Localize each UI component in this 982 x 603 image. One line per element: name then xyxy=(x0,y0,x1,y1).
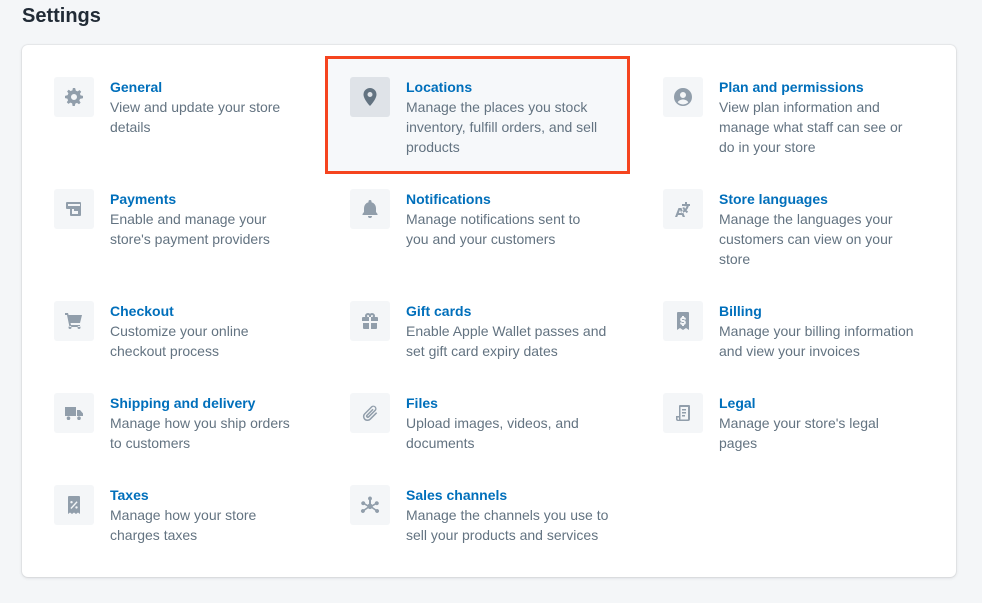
settings-item-desc: charges taxes xyxy=(110,527,198,543)
settings-item-desc: pages xyxy=(719,435,758,451)
settings-item-title: Shipping and delivery xyxy=(110,395,256,411)
settings-item-title: Locations xyxy=(406,79,473,95)
settings-item-desc: do in your store xyxy=(719,139,816,155)
settings-item-desc: Upload images, videos, and xyxy=(406,415,579,431)
settings-item-sales-channels[interactable]: Sales channels Manage the channels you u… xyxy=(350,485,608,545)
settings-item-desc: sell your products and services xyxy=(406,527,599,543)
paperclip-icon xyxy=(350,393,390,433)
settings-item-desc: store's payment providers xyxy=(110,231,270,247)
page-title: Settings xyxy=(22,5,101,27)
settings-item-locations[interactable]: Locations Manage the places you stock in… xyxy=(350,77,597,157)
settings-item-billing[interactable]: Billing Manage your billing information … xyxy=(663,301,914,361)
channels-icon xyxy=(350,485,390,525)
settings-item-title: Plan and permissions xyxy=(719,79,864,95)
settings-item-shipping-and-delivery[interactable]: Shipping and delivery Manage how you shi… xyxy=(54,393,290,453)
settings-item-checkout[interactable]: Checkout Customize your online checkout … xyxy=(54,301,249,361)
settings-item-desc: Manage your billing information xyxy=(719,323,914,339)
settings-item-desc: and view your invoices xyxy=(719,343,860,359)
settings-item-desc: store xyxy=(719,251,751,267)
settings-item-desc: Manage notifications sent to xyxy=(406,211,581,227)
settings-item-desc: details xyxy=(110,119,151,135)
settings-item-title: Files xyxy=(406,395,438,411)
gear-icon xyxy=(54,77,94,117)
settings-item-notifications[interactable]: Notifications Manage notifications sent … xyxy=(350,189,580,249)
settings-item-plan-and-permissions[interactable]: Plan and permissions View plan informati… xyxy=(663,77,902,157)
gift-icon xyxy=(350,301,390,341)
settings-item-title: Store languages xyxy=(719,191,828,207)
bell-icon xyxy=(350,189,390,229)
tax-receipt-icon xyxy=(54,485,94,525)
settings-item-desc: products xyxy=(406,139,460,155)
settings-item-title: Taxes xyxy=(110,487,149,503)
settings-item-desc: you and your customers xyxy=(406,231,556,247)
settings-item-desc: set gift card expiry dates xyxy=(406,343,558,359)
settings-item-taxes[interactable]: Taxes Manage how your store charges taxe… xyxy=(54,485,256,545)
settings-item-title: Gift cards xyxy=(406,303,472,319)
settings-item-desc: Customize your online xyxy=(110,323,249,339)
settings-item-title: Notifications xyxy=(406,191,491,207)
truck-icon xyxy=(54,393,94,433)
settings-item-desc: Manage the channels you use to xyxy=(406,507,609,523)
settings-item-desc: to customers xyxy=(110,435,191,451)
settings-item-title: General xyxy=(110,79,163,95)
settings-item-desc: Manage the languages your xyxy=(719,211,893,227)
settings-item-desc: Manage how your store xyxy=(110,507,257,523)
settings-item-desc: View plan information and xyxy=(719,99,880,115)
settings-item-title: Legal xyxy=(719,395,756,411)
settings-item-desc: Enable and manage your xyxy=(110,211,267,227)
settings-item-desc: View and update your store xyxy=(110,99,281,115)
settings-item-desc: documents xyxy=(406,435,475,451)
user-circle-icon xyxy=(663,77,703,117)
receipt-dollar-icon xyxy=(663,301,703,341)
settings-item-title: Payments xyxy=(110,191,177,207)
settings-item-payments[interactable]: Payments Enable and manage your store's … xyxy=(54,189,270,249)
settings-item-desc: checkout process xyxy=(110,343,219,359)
settings-item-desc: Manage the places you stock xyxy=(406,99,588,115)
cart-icon xyxy=(54,301,94,341)
credit-card-icon xyxy=(54,189,94,229)
settings-item-title: Checkout xyxy=(110,303,174,319)
settings-item-gift-cards[interactable]: Gift cards Enable Apple Wallet passes an… xyxy=(350,301,606,361)
settings-item-desc: Manage your store's legal xyxy=(719,415,879,431)
settings-item-files[interactable]: Files Upload images, videos, and documen… xyxy=(350,393,579,453)
settings-item-desc: inventory, fulfill orders, and sell xyxy=(406,119,598,135)
translate-icon xyxy=(663,189,703,229)
settings-item-store-languages[interactable]: Store languages Manage the languages you… xyxy=(663,189,893,269)
settings-item-title: Billing xyxy=(719,303,762,319)
settings-item-desc: Enable Apple Wallet passes and xyxy=(406,323,607,339)
settings-item-legal[interactable]: Legal Manage your store's legal pages xyxy=(663,393,879,453)
location-pin-icon xyxy=(350,77,390,117)
settings-item-desc: manage what staff can see or xyxy=(719,119,903,135)
settings-item-general[interactable]: General View and update your store detai… xyxy=(54,77,280,137)
settings-item-desc: customers can view on your xyxy=(719,231,893,247)
settings-item-title: Sales channels xyxy=(406,487,508,503)
document-icon xyxy=(663,393,703,433)
settings-item-desc: Manage how you ship orders xyxy=(110,415,290,431)
